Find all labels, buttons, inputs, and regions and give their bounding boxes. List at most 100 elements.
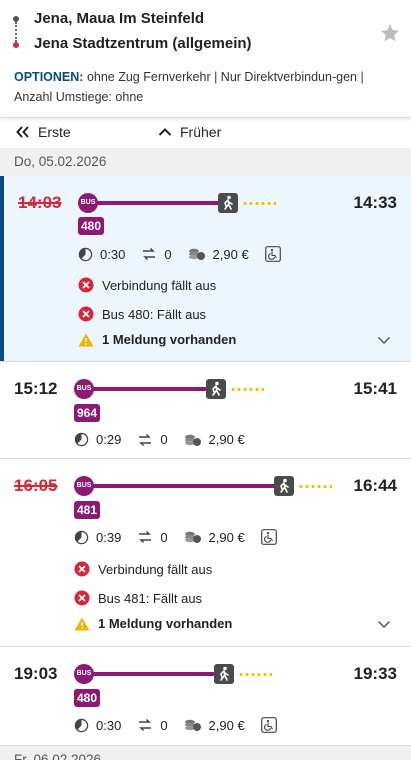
chevron-down-icon[interactable] [377, 620, 391, 629]
notice-text: 1 Meldung vorhanden [102, 332, 237, 347]
price: 2,90 € [208, 432, 245, 447]
journey-bar: BUS [74, 379, 274, 399]
journey-bar: BUS [74, 664, 274, 684]
wheelchair-icon [260, 529, 277, 545]
coins-icon [188, 248, 205, 260]
walk-segment [298, 485, 332, 488]
clock-icon [74, 432, 89, 447]
arrival-time: 19:33 [353, 664, 397, 683]
line-badge: 480 [78, 217, 104, 235]
chevron-up-icon [158, 128, 172, 136]
line-badge: 964 [74, 404, 100, 422]
cancel-message-text: Bus 481: Fällt aus [98, 590, 203, 606]
departure-time: 16:05 [14, 476, 58, 495]
cancel-message: Verbindung fällt aus [74, 561, 212, 577]
bus-icon: BUS [78, 193, 98, 213]
bus-icon: BUS [74, 476, 94, 496]
cancel-icon [74, 561, 90, 577]
bus-segment [93, 484, 277, 488]
first-button[interactable]: Erste [16, 124, 71, 140]
departure-time: 15:12 [14, 379, 58, 398]
pagination-nav: Erste Früher [0, 118, 411, 148]
connection-info: 0:30 0 2,90 € [78, 246, 297, 262]
cancel-icon [74, 590, 90, 606]
coins-icon [184, 531, 201, 543]
cancel-message: Bus 480: Fällt aus [78, 306, 206, 322]
wheelchair-icon [260, 717, 277, 733]
connection-item[interactable]: 16:05 BUS 16:44 481 0:39 0 2,90 € Verbin… [0, 459, 411, 647]
journey-bar: BUS [78, 193, 278, 213]
warning-icon [78, 333, 94, 346]
walk-icon [214, 664, 234, 684]
arrival-time: 16:44 [353, 476, 397, 495]
duration: 0:29 [96, 432, 122, 447]
transfer-icon [139, 718, 152, 732]
departure-time: 14:03 [18, 193, 62, 212]
clock-icon [74, 530, 89, 544]
chevron-down-icon[interactable] [377, 336, 391, 345]
price: 2,90 € [208, 529, 245, 545]
transfer-icon [139, 530, 152, 544]
cancel-message-text: Bus 480: Fällt aus [102, 306, 207, 322]
walk-segment [238, 673, 272, 676]
transfers: 0 [160, 432, 168, 447]
bus-segment [93, 387, 209, 391]
walk-icon [206, 379, 226, 399]
first-button-label: Erste [38, 124, 71, 140]
earlier-button[interactable]: Früher [158, 124, 221, 140]
duration: 0:30 [100, 246, 126, 262]
clock-icon [74, 718, 89, 732]
search-summary-header[interactable]: Jena, Maua Im Steinfeld Jena Stadtzentru… [0, 0, 411, 118]
route-indicator-icon [13, 16, 19, 48]
options-label: OPTIONEN: [14, 70, 84, 84]
notice-text: 1 Meldung vorhanden [98, 616, 233, 631]
arrival-time: 15:41 [353, 379, 397, 398]
cancel-message-text: Verbindung fällt aus [102, 277, 217, 293]
cancel-icon [78, 277, 94, 293]
wheelchair-icon [264, 246, 281, 262]
bus-icon: BUS [74, 379, 94, 399]
bus-segment [97, 201, 221, 205]
double-chevron-left-icon [16, 126, 29, 138]
cancel-message: Bus 481: Fällt aus [74, 590, 202, 606]
arrival-time: 14:33 [353, 193, 397, 212]
connection-info: 0:30 0 2,90 € [74, 717, 293, 733]
coins-icon [184, 434, 201, 446]
line-badge: 481 [74, 501, 100, 519]
walk-segment [230, 388, 264, 391]
notice-toggle[interactable]: 1 Meldung vorhanden [74, 616, 232, 631]
cancel-message-text: Verbindung fällt aus [98, 561, 213, 577]
journey-bar: BUS [74, 476, 344, 496]
connection-item[interactable]: 15:12 BUS 15:41 964 0:29 0 2,90 € [0, 362, 411, 459]
earlier-button-label: Früher [180, 124, 222, 140]
duration: 0:39 [96, 529, 122, 545]
transfers: 0 [160, 717, 168, 733]
price: 2,90 € [212, 246, 249, 262]
price: 2,90 € [208, 717, 245, 733]
date-header: Fr, 06.02.2026 [0, 746, 411, 760]
duration: 0:30 [96, 717, 122, 733]
star-icon[interactable] [379, 22, 401, 44]
warning-icon [74, 617, 90, 630]
connection-item[interactable]: 14:03 BUS 14:33 480 0:30 0 2,90 € Verbin… [0, 176, 411, 362]
bus-segment [93, 672, 217, 676]
walk-icon [274, 476, 294, 496]
walk-icon [218, 193, 238, 213]
clock-icon [78, 247, 93, 261]
cancel-icon [78, 306, 94, 322]
connection-info: 0:29 0 2,90 € [74, 432, 261, 447]
transfer-icon [143, 247, 156, 261]
notice-toggle[interactable]: 1 Meldung vorhanden [78, 332, 236, 347]
line-badge: 480 [74, 689, 100, 707]
date-header: Do, 05.02.2026 [0, 148, 411, 176]
search-options: OPTIONEN: ohne Zug Fernverkehr | Nur Dir… [14, 67, 367, 107]
transfer-icon [139, 433, 152, 446]
connection-item[interactable]: 19:03 BUS 19:33 480 0:30 0 2,90 € [0, 647, 411, 746]
walk-segment [242, 202, 276, 205]
cancel-message: Verbindung fällt aus [78, 277, 216, 293]
connection-info: 0:39 0 2,90 € [74, 529, 293, 545]
destination-station: Jena Stadtzentrum (allgemein) [34, 35, 252, 52]
departure-time: 19:03 [14, 664, 58, 683]
bus-icon: BUS [74, 664, 94, 684]
coins-icon [184, 719, 201, 731]
